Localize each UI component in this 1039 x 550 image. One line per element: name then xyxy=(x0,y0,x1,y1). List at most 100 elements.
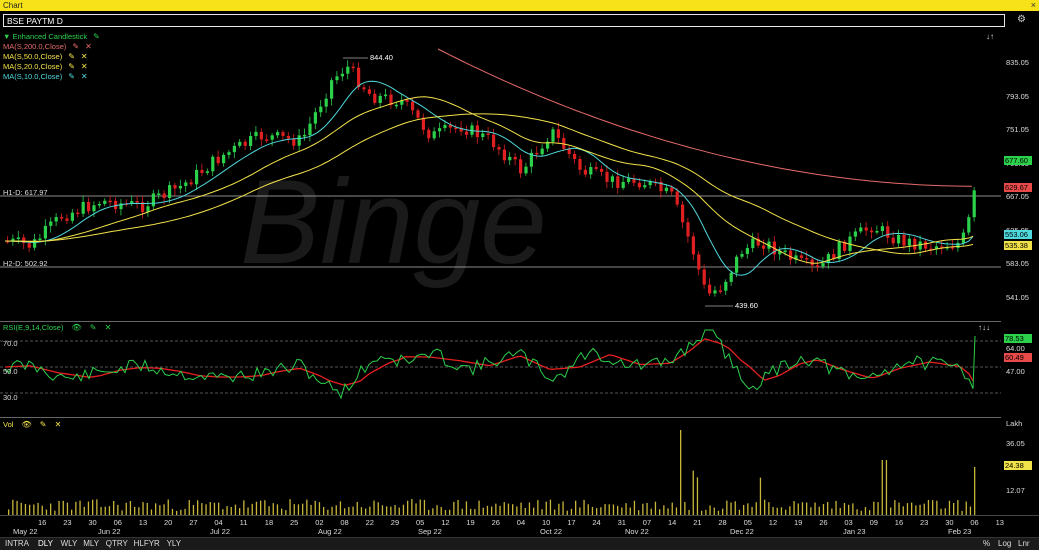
candle-body xyxy=(913,238,917,250)
delete-icon[interactable]: ✕ xyxy=(105,323,112,333)
volume-bar xyxy=(344,508,346,515)
tab-mly[interactable]: MLY xyxy=(83,539,99,548)
volume-chart[interactable] xyxy=(0,418,1001,515)
candle-body xyxy=(627,178,631,182)
price-tick: 751.05 xyxy=(1006,125,1029,134)
h1-label: H1-D: 617.97 xyxy=(3,188,48,197)
tab-qtry[interactable]: QTRY xyxy=(106,539,128,548)
tab-yly[interactable]: YLY xyxy=(167,539,182,548)
pencil-icon[interactable]: ✎ xyxy=(40,420,47,430)
volume-bar xyxy=(667,508,669,515)
volume-bar xyxy=(520,502,522,515)
volume-bar xyxy=(155,503,157,515)
gear-icon[interactable]: ⚙ xyxy=(1017,15,1027,25)
date-tick: 12 xyxy=(441,518,450,527)
candle xyxy=(497,144,501,156)
volume-bar xyxy=(755,502,757,515)
month-label: Oct 22 xyxy=(540,527,563,536)
date-tick: 03 xyxy=(844,518,853,527)
log-toggle[interactable]: Log xyxy=(998,539,1011,548)
candle-body xyxy=(211,156,215,172)
candle-body xyxy=(735,256,739,273)
volume-bar xyxy=(50,503,52,515)
candle-body xyxy=(346,66,350,74)
panel-arrows-icon[interactable]: ↓↑ xyxy=(986,32,994,41)
legend-item[interactable]: ▼ Enhanced Candlestick ✎ xyxy=(3,32,100,42)
pencil-icon[interactable]: ✎ xyxy=(93,32,100,42)
rsi-panel[interactable]: RSI(E,9,14,Close) 👁 ✎ ✕ ↑↓↓ 70.0 50.0 30… xyxy=(0,322,1001,418)
pencil-icon[interactable]: ✎ xyxy=(68,62,75,72)
pencil-icon[interactable]: ✎ xyxy=(90,323,97,333)
pencil-icon[interactable]: ✎ xyxy=(68,52,75,62)
delete-icon[interactable]: ✕ xyxy=(81,62,88,72)
candle xyxy=(373,89,377,106)
volume-bar xyxy=(230,506,232,515)
legend-item[interactable]: MA(S,50.0,Close) ✎ ✕ xyxy=(3,52,100,62)
volume-bar xyxy=(20,502,22,515)
candle xyxy=(681,201,685,229)
candle-body xyxy=(621,181,625,188)
candle-body xyxy=(195,169,199,185)
volume-panel[interactable]: Vol 👁 ✎ ✕ xyxy=(0,418,1001,515)
rsi-axis: 78.53 64.00 60.49 47.00 xyxy=(1001,322,1039,417)
candle xyxy=(189,179,193,187)
volume-bar xyxy=(932,500,934,515)
date-tick: 12 xyxy=(768,518,778,527)
rsi-chart[interactable] xyxy=(0,322,1001,417)
legend-item[interactable]: MA(S,20.0,Close) ✎ ✕ xyxy=(3,62,100,72)
volume-bar xyxy=(113,501,115,515)
candle-body xyxy=(886,226,890,238)
candle xyxy=(751,232,755,253)
delete-icon[interactable]: ✕ xyxy=(81,72,88,82)
delete-icon[interactable]: ✕ xyxy=(85,42,92,52)
tab-dly[interactable]: DLY xyxy=(38,539,53,548)
volume-bar xyxy=(310,504,312,515)
legend-item-label: MA(S,200.0,Close) xyxy=(3,42,67,51)
candle-body xyxy=(465,131,469,135)
candle-body xyxy=(254,131,258,137)
legend-item[interactable]: MA(S,10.0,Close) ✎ ✕ xyxy=(3,72,100,82)
date-axis: 16 23 30 06 13 20 27 04 11 18 25 02 08 22 29 05 12 19 26 04… xyxy=(0,515,1039,538)
close-icon[interactable]: × xyxy=(1031,0,1036,10)
candle-body xyxy=(135,201,139,203)
symbol-input[interactable]: BSE PAYTM D xyxy=(3,14,1005,27)
volume-bar xyxy=(822,504,825,515)
volume-bar xyxy=(596,508,598,515)
candle-body xyxy=(859,227,863,232)
candle xyxy=(6,236,10,244)
volume-bar xyxy=(898,502,900,515)
volume-tick: 36.05 xyxy=(1006,439,1025,448)
pencil-icon[interactable]: ✎ xyxy=(72,42,79,52)
percent-toggle[interactable]: % xyxy=(983,539,990,548)
candle-body xyxy=(740,253,744,257)
pencil-icon[interactable]: ✎ xyxy=(68,72,75,82)
candle-body xyxy=(168,185,172,199)
rsi-level-30: 30.0 xyxy=(3,393,18,402)
candle-body xyxy=(405,100,409,102)
eye-icon[interactable]: 👁 xyxy=(22,420,32,430)
volume-bar xyxy=(66,502,69,515)
date-tick: 31 xyxy=(617,518,626,527)
panel-arrows-icon[interactable]: ↑↓↓ xyxy=(978,323,990,332)
date-tick: 23 xyxy=(920,518,929,527)
tab-wly[interactable]: WLY xyxy=(61,539,78,548)
volume-bar xyxy=(759,477,762,515)
eye-icon[interactable]: 👁 xyxy=(72,323,82,333)
candle-body xyxy=(97,203,101,206)
candle-body xyxy=(238,141,242,146)
price-panel[interactable]: Binge ▼ Enhanced Candlestick ✎ MA(S,200.0,… xyxy=(0,31,1001,322)
linear-toggle[interactable]: Lnr xyxy=(1018,539,1030,548)
volume-bar xyxy=(167,499,169,515)
delete-icon[interactable]: ✕ xyxy=(81,52,88,62)
tab-intra[interactable]: INTRA xyxy=(5,539,29,548)
delete-icon[interactable]: ✕ xyxy=(55,420,62,430)
date-tick: 02 xyxy=(315,518,324,527)
volume-bar xyxy=(797,503,799,515)
price-chart[interactable]: Binge xyxy=(0,31,1001,321)
legend-item[interactable]: MA(S,200.0,Close) ✎ ✕ xyxy=(3,42,100,52)
candle-body xyxy=(573,153,577,159)
candle xyxy=(308,116,312,142)
volume-bar xyxy=(390,506,392,515)
candle-body xyxy=(70,212,74,221)
tab-hlfyr[interactable]: HLFYR xyxy=(134,539,160,548)
